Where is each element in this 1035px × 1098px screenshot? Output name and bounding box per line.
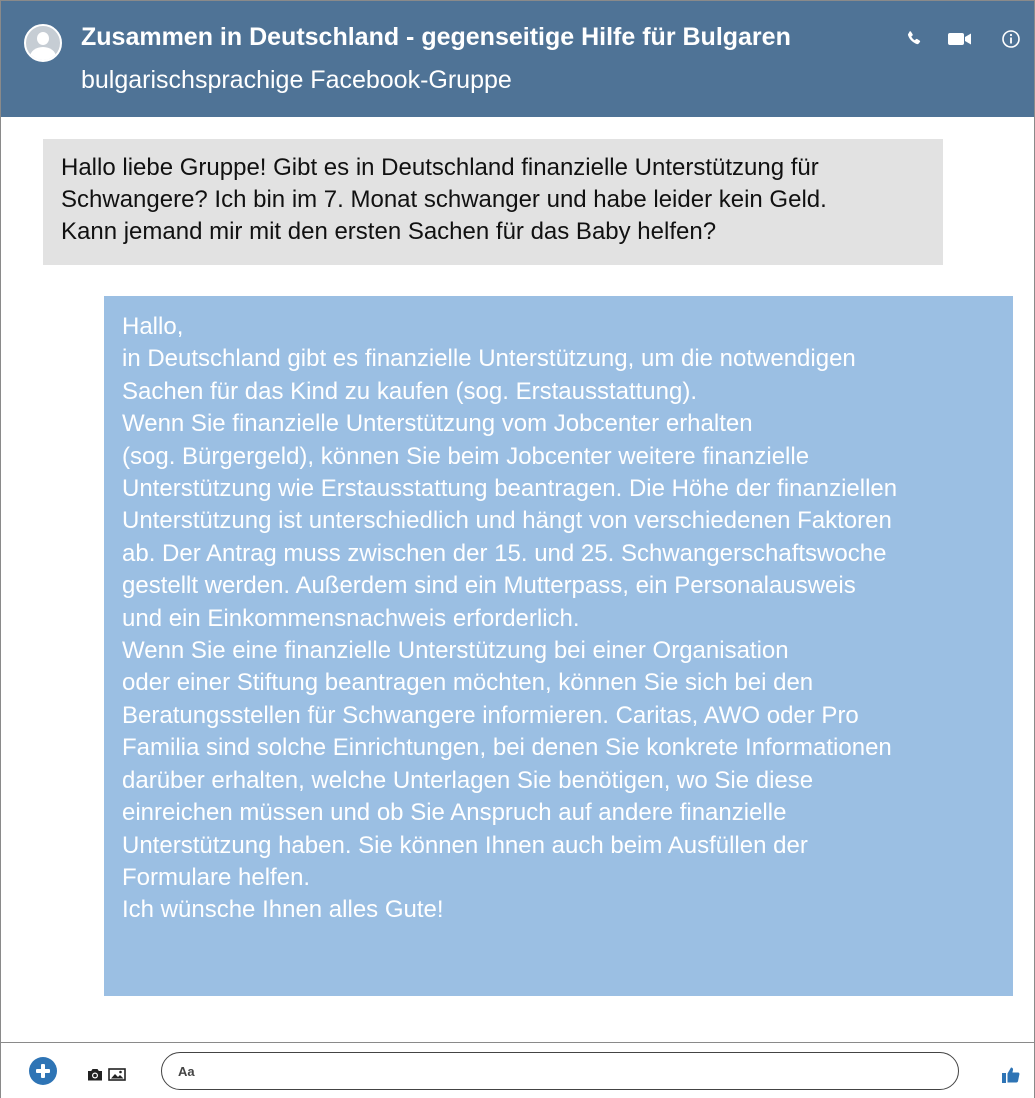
message-line: Beratungsstellen für Schwangere informie… [122,701,859,729]
message-input[interactable] [161,1052,959,1090]
message-line: einreichen müssen und ob Sie Anspruch au… [122,799,787,827]
chat-header: Zusammen in Deutschland - gegenseitige H… [1,1,1034,117]
message-line: ab. Der Antrag muss zwischen der 15. und… [122,539,887,567]
message-line: Hallo liebe Gruppe! Gibt es in Deutschla… [61,154,819,181]
message-line: gestellt werden. Außerdem sind ein Mutte… [122,572,856,600]
group-avatar[interactable] [24,24,62,62]
message-line: Ich wünsche Ihnen alles Gute! [122,896,444,924]
message-line: Unterstützung ist unterschiedlich und hä… [122,507,892,535]
photo-icon[interactable] [108,1068,126,1081]
like-icon[interactable] [1001,1065,1021,1085]
outgoing-message: Hallo, in Deutschland gibt es finanziell… [104,296,1013,996]
message-line: in Deutschland gibt es finanzielle Unter… [122,345,856,373]
message-line: Wenn Sie finanzielle Unterstützung vom J… [122,410,753,438]
info-icon[interactable] [999,27,1023,51]
message-line: Hallo, [122,313,184,340]
message-line: Familia sind solche Einrichtungen, bei d… [122,734,892,762]
message-line: Schwangere? Ich bin im 7. Monat schwange… [61,186,827,213]
avatar-body-shape [30,47,56,60]
plus-icon[interactable] [29,1057,57,1085]
message-thread[interactable]: Hallo liebe Gruppe! Gibt es in Deutschla… [1,117,1034,1041]
message-line: Unterstützung haben. Sie können Ihnen au… [122,831,808,859]
phone-icon[interactable] [903,27,927,51]
incoming-message: Hallo liebe Gruppe! Gibt es in Deutschla… [43,139,943,265]
messenger-window: Zusammen in Deutschland - gegenseitige H… [0,0,1035,1098]
camera-icon[interactable] [87,1068,103,1081]
message-line: Sachen für das Kind zu kaufen (sog. Erst… [122,377,697,405]
message-line: Wenn Sie eine finanzielle Unterstützung … [122,637,789,665]
message-composer [1,1042,1034,1098]
message-line: oder einer Stiftung beantragen möchten, … [122,669,814,697]
message-line: darüber erhalten, welche Unterlagen Sie … [122,766,814,794]
message-line: Unterstützung wie Erstausstattung beantr… [122,475,898,503]
message-line: Formulare helfen. [122,863,311,891]
avatar-head-shape [37,32,49,45]
chat-subtitle: bulgarischsprachige Facebook-Gruppe [81,66,512,94]
message-line: Kann jemand mir mit den ersten Sachen fü… [61,218,717,245]
message-line: (sog. Bürgergeld), können Sie beim Jobce… [122,442,810,470]
video-icon[interactable] [946,27,971,51]
chat-title: Zusammen in Deutschland - gegenseitige H… [81,23,791,51]
message-line: und ein Einkommensnachweis erforderlich. [122,604,580,632]
